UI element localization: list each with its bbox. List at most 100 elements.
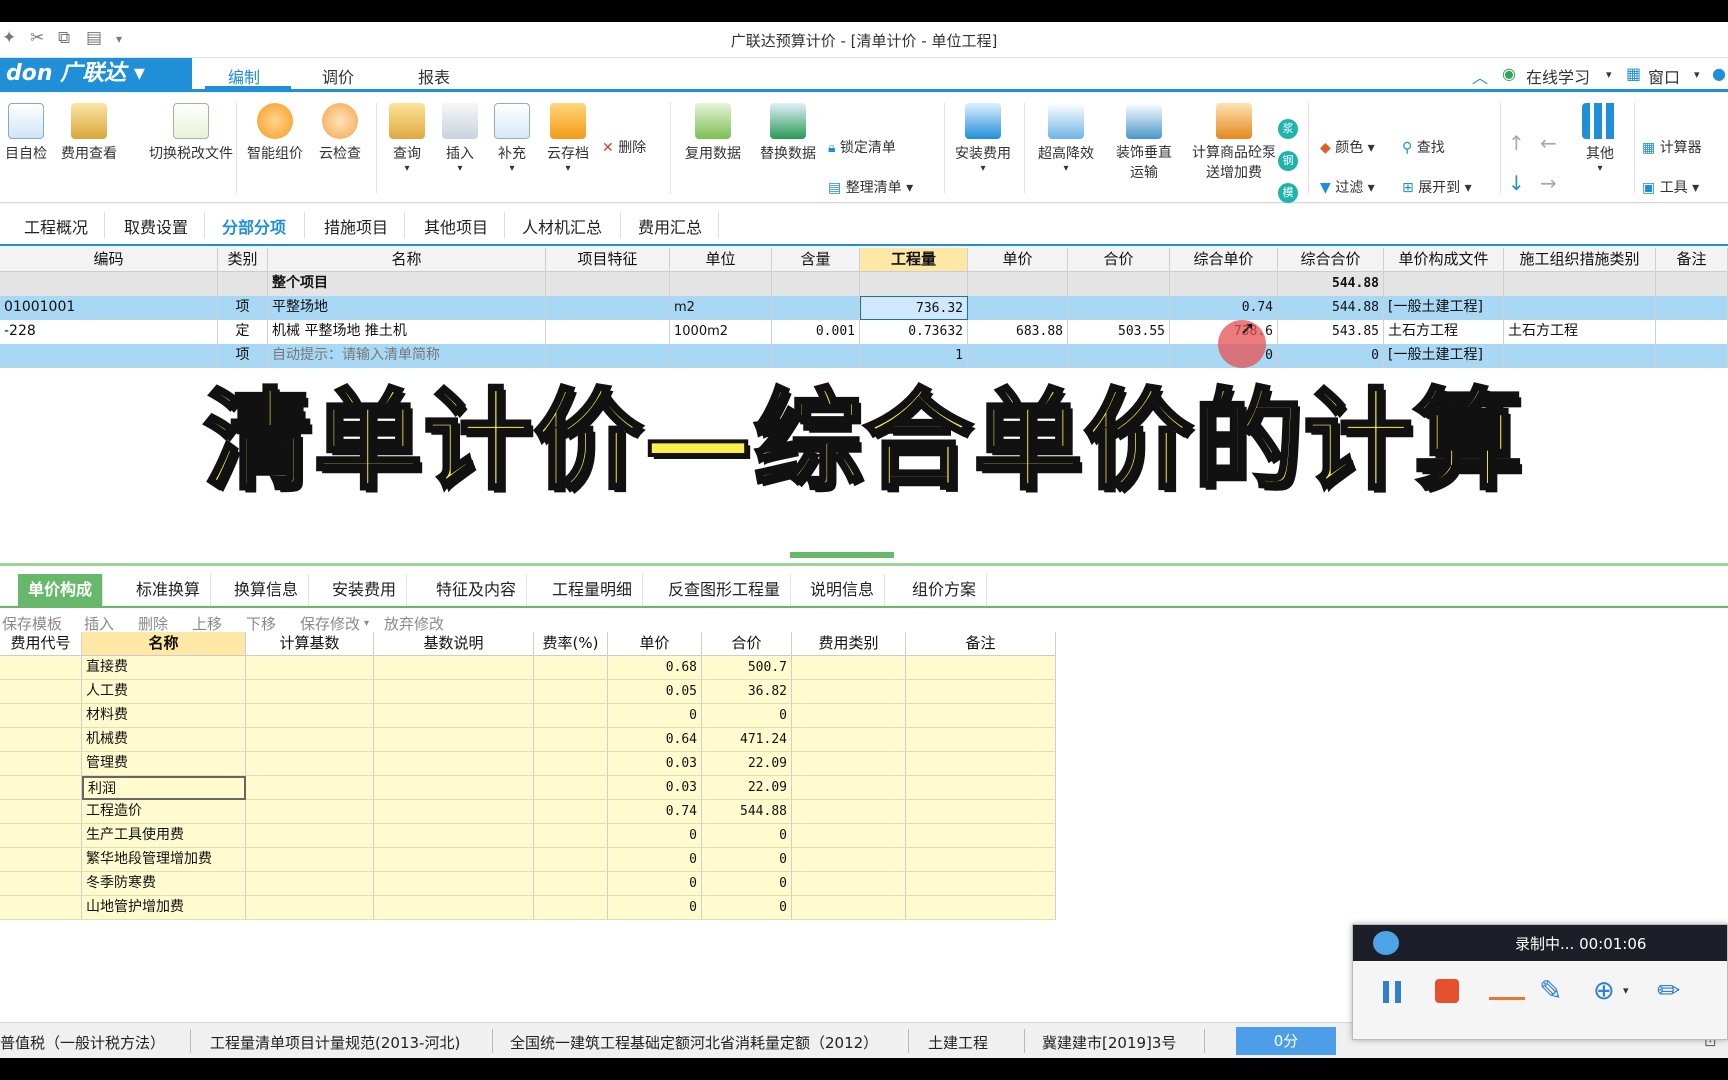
col-base-desc[interactable]: 基数说明 [374,632,534,656]
find-button[interactable]: ⚲ 查找 [1402,137,1445,157]
empty-cell[interactable] [246,896,374,920]
col-unit[interactable]: 单价 [608,632,702,656]
unit-value-cell[interactable]: 0.03 [608,776,702,800]
other-button[interactable]: 其他 ▾ [1574,103,1626,174]
tab-description[interactable]: 说明信息 [800,574,886,608]
fee-name-cell[interactable]: 山地管护增加费 [82,896,246,920]
empty-cell[interactable] [792,704,906,728]
unit-value-cell[interactable]: 0.64 [608,728,702,752]
fee-name-cell[interactable]: 机械费 [82,728,246,752]
cost-row[interactable]: 工程造价 0.74 544.88 [0,800,1056,824]
empty-cell[interactable] [246,872,374,896]
tab-graphic-quantity[interactable]: 反查图形工程量 [658,574,792,608]
expand-to-button[interactable]: ⊞ 展开到 ▾ [1402,177,1472,197]
status-project-type[interactable]: 土建工程 [928,1032,988,1053]
col-name[interactable]: 名称 [268,248,546,272]
col-fee-name[interactable]: 名称 [82,632,246,656]
tab-other-items[interactable]: 其他项目 [420,214,492,238]
amount-value-cell[interactable]: 0 [702,896,792,920]
fee-name-cell[interactable]: 冬季防寒费 [82,872,246,896]
empty-cell[interactable] [906,704,1056,728]
save-changes-button[interactable]: 保存修改 [300,613,360,634]
calculator-button[interactable]: ▦ 计算器 [1642,137,1702,157]
empty-cell[interactable] [0,800,82,824]
unit-value-cell[interactable]: 0.74 [608,800,702,824]
col-type[interactable]: 类别 [218,248,268,272]
tab-edit[interactable]: 编制 [228,64,260,88]
insert-button[interactable]: 插入 ▾ [436,103,484,174]
cost-row[interactable]: 生产工具使用费 0 0 [0,824,1056,848]
empty-cell[interactable] [534,752,608,776]
empty-cell[interactable] [792,872,906,896]
empty-cell[interactable] [792,728,906,752]
user-icon[interactable]: ● [1712,64,1726,83]
smart-price-button[interactable]: 智能组价 [242,103,308,163]
tab-project-overview[interactable]: 工程概况 [20,214,92,238]
empty-cell[interactable] [792,896,906,920]
empty-cell[interactable] [534,800,608,824]
empty-cell[interactable] [906,680,1056,704]
install-fee-button[interactable]: 安装费用 ▾ [950,103,1016,174]
table-row[interactable]: 整个项目 544.88 [0,272,1728,296]
empty-cell[interactable] [374,800,534,824]
filter-button[interactable]: ▼ 过滤 ▾ [1320,177,1375,197]
status-quota[interactable]: 全国统一建筑工程基础定额河北省消耗量定额（2012） [510,1032,878,1053]
col-fee-category[interactable]: 费用类别 [792,632,906,656]
arrow-down-icon[interactable]: ↓ [1508,171,1525,195]
empty-cell[interactable] [906,824,1056,848]
move-up-button[interactable]: 上移 [192,613,222,634]
empty-cell[interactable] [246,776,374,800]
empty-cell[interactable] [374,896,534,920]
col-price[interactable]: 单价 [968,248,1068,272]
online-learning-button[interactable]: 在线学习 [1526,64,1590,88]
empty-cell[interactable] [534,824,608,848]
cloud-archive-button[interactable]: 云存档 ▾ [540,103,596,174]
unit-value-cell[interactable]: 0 [608,704,702,728]
fee-name-cell[interactable]: 材料费 [82,704,246,728]
score-badge[interactable]: 0分 [1236,1027,1336,1055]
tab-install-fee[interactable]: 安装费用 [322,574,408,608]
splitter-handle[interactable] [790,552,894,558]
empty-cell[interactable] [534,896,608,920]
empty-cell[interactable] [246,824,374,848]
empty-cell[interactable] [0,824,82,848]
empty-cell[interactable] [246,752,374,776]
empty-cell[interactable] [792,800,906,824]
empty-cell[interactable] [246,704,374,728]
col-unit[interactable]: 单位 [670,248,772,272]
amount-value-cell[interactable]: 22.09 [702,776,792,800]
cost-row[interactable]: 繁华地段管理增加费 0 0 [0,848,1056,872]
move-down-button[interactable]: 下移 [246,613,276,634]
status-spec[interactable]: 工程量清单项目计量规范(2013-河北) [210,1032,460,1053]
arrow-right-icon[interactable]: → [1540,171,1557,195]
tab-conversion-info[interactable]: 换算信息 [224,574,310,608]
col-code[interactable]: 编码 [0,248,218,272]
side-icon-2[interactable]: 钢 [1278,151,1298,171]
empty-cell[interactable] [374,752,534,776]
empty-cell[interactable] [0,848,82,872]
col-rate[interactable]: 费率(%) [534,632,608,656]
empty-cell[interactable] [534,680,608,704]
fee-name-cell[interactable]: 管理费 [82,752,246,776]
amount-value-cell[interactable]: 500.7 [702,656,792,680]
amount-value-cell[interactable]: 0 [702,848,792,872]
empty-cell[interactable] [374,704,534,728]
empty-cell[interactable] [374,680,534,704]
empty-cell[interactable] [0,704,82,728]
empty-cell[interactable] [0,872,82,896]
pause-button[interactable] [1377,975,1409,1007]
side-icon-3[interactable]: 模 [1278,183,1298,203]
empty-cell[interactable] [906,728,1056,752]
self-check-button[interactable]: 目自检 [0,103,52,163]
empty-cell[interactable] [374,848,534,872]
empty-cell[interactable] [246,680,374,704]
empty-cell[interactable] [792,680,906,704]
table-row[interactable]: -228 定 机械 平整场地 推土机 1000m2 0.001 0.73632 … [0,320,1728,344]
organize-list-button[interactable]: ▤ 整理清单 ▾ [828,177,938,197]
cost-row[interactable]: 材料费 0 0 [0,704,1056,728]
unit-value-cell[interactable]: 0.03 [608,752,702,776]
col-total[interactable]: 合价 [1068,248,1170,272]
col-amount[interactable]: 合价 [702,632,792,656]
col-remark[interactable]: 备注 [906,632,1056,656]
cost-row[interactable]: 直接费 0.68 500.7 [0,656,1056,680]
